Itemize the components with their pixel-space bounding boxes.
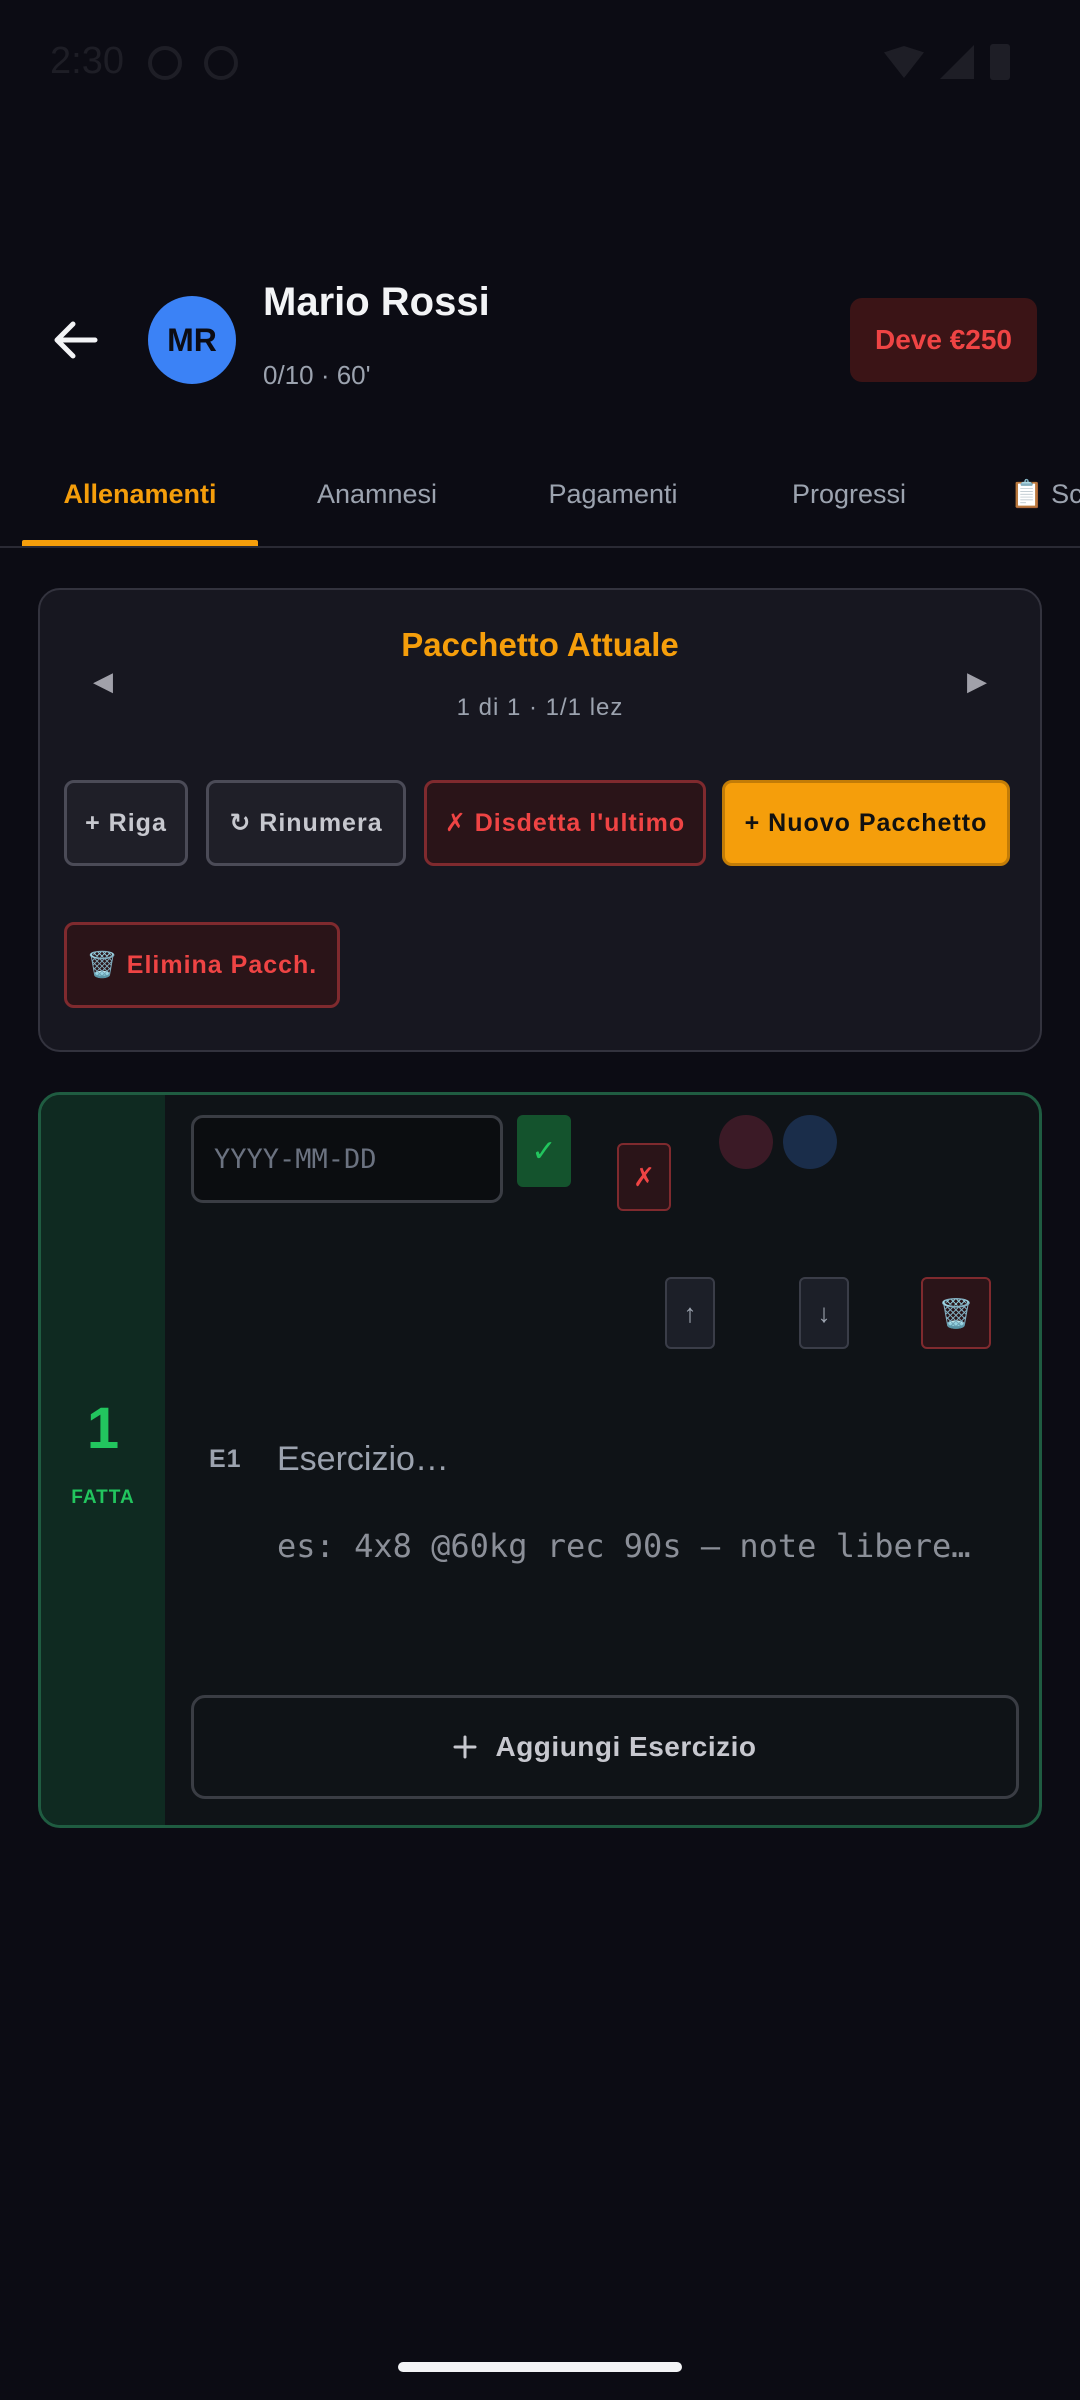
session-status-column: 1 FATTA	[41, 1095, 165, 1825]
back-button[interactable]	[40, 310, 110, 370]
exercise-code: E1	[209, 1445, 242, 1473]
client-subtitle: 0/10 · 60'	[263, 360, 371, 390]
session-status-label: FATTA	[71, 1487, 135, 1508]
session-card: 1 FATTA ✓ ✗ ↑ ↓ 🗑️ E1 Aggiungi Esercizio	[38, 1092, 1042, 1828]
exercise-notes-input[interactable]	[277, 1515, 997, 1645]
arrow-left-icon	[54, 321, 98, 359]
next-package-button[interactable]: ▶	[952, 656, 1002, 706]
tab-anamnesi[interactable]: Anamnesi	[280, 440, 474, 546]
wifi-icon	[884, 46, 924, 78]
move-down-button[interactable]: ↓	[799, 1277, 849, 1349]
home-indicator[interactable]	[398, 2362, 682, 2372]
signal-icon	[940, 45, 974, 79]
status-bar: 2:30	[0, 0, 1080, 130]
arrow-down-icon: ↓	[817, 1297, 831, 1328]
tab-schede[interactable]: 📋 Sc	[1010, 440, 1080, 546]
plus-icon	[453, 1735, 477, 1759]
package-card: ◀ Pacchetto Attuale 1 di 1 · 1/1 lez ▶ +…	[38, 588, 1042, 1052]
debt-badge[interactable]: Deve €250	[850, 298, 1037, 382]
color-dot-red[interactable]	[719, 1115, 773, 1169]
session-number: 1	[86, 1396, 120, 1461]
tab-active-indicator	[22, 540, 258, 546]
cross-icon: ✗	[633, 1161, 655, 1192]
tab-pagamenti[interactable]: Pagamenti	[516, 440, 710, 546]
cancel-session-button[interactable]: ✗	[617, 1143, 671, 1211]
caret-right-icon: ▶	[967, 665, 987, 696]
delete-package-button[interactable]: 🗑️ Elimina Pacch.	[64, 922, 340, 1008]
add-row-button[interactable]: + Riga	[64, 780, 188, 866]
confirm-date-button[interactable]: ✓	[517, 1115, 571, 1187]
exercise-name-input[interactable]	[277, 1429, 997, 1489]
battery-icon	[990, 44, 1010, 80]
info-icon	[148, 46, 182, 80]
package-title: Pacchetto Attuale	[401, 626, 679, 663]
tab-progressi[interactable]: Progressi	[752, 440, 946, 546]
tab-bar: Allenamenti Anamnesi Pagamenti Progressi…	[0, 440, 1080, 548]
caret-left-icon: ◀	[93, 665, 113, 696]
client-name: Mario Rossi	[263, 280, 490, 324]
client-header: MR Mario Rossi 0/10 · 60' Deve €250	[0, 280, 1080, 400]
add-exercise-label: Aggiungi Esercizio	[495, 1731, 757, 1762]
avatar: MR	[148, 296, 236, 384]
package-subtitle: 1 di 1 · 1/1 lez	[456, 694, 624, 721]
new-package-button[interactable]: + Nuovo Pacchetto	[722, 780, 1010, 866]
renumber-button[interactable]: ↻ Rinumera	[206, 780, 406, 866]
arrow-up-icon: ↑	[683, 1297, 697, 1328]
sync-icon	[204, 46, 238, 80]
check-icon: ✓	[531, 1134, 557, 1168]
session-date-input[interactable]	[191, 1115, 503, 1203]
delete-session-button[interactable]: 🗑️	[921, 1277, 991, 1349]
tab-allenamenti[interactable]: Allenamenti	[22, 440, 258, 546]
color-dot-blue[interactable]	[783, 1115, 837, 1169]
status-notification-icons	[148, 46, 238, 80]
add-exercise-button[interactable]: Aggiungi Esercizio	[191, 1695, 1019, 1799]
cancel-last-button[interactable]: ✗ Disdetta l'ultimo	[424, 780, 706, 866]
status-system-icons	[884, 44, 1010, 80]
status-time: 2:30	[50, 40, 124, 82]
trash-icon: 🗑️	[938, 1297, 974, 1329]
move-up-button[interactable]: ↑	[665, 1277, 715, 1349]
